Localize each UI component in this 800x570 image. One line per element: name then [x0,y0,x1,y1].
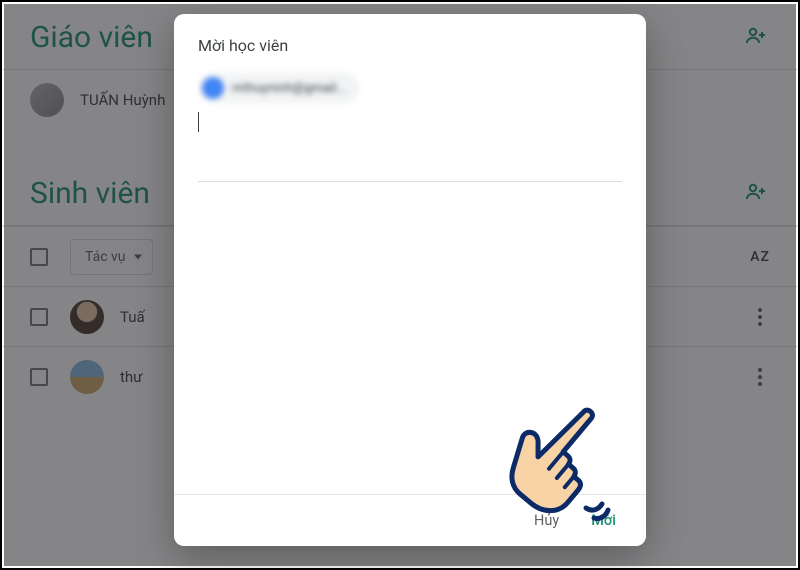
sort-button[interactable]: AZ [750,249,770,265]
dialog-title: Mời học viên [174,14,646,73]
invite-chips: mthuyninh@gmail... [174,73,646,111]
select-all-checkbox[interactable] [30,248,48,266]
teacher-name: TUẤN Huỳnh [80,91,165,109]
cancel-button[interactable]: Hủy [522,504,571,537]
student-more-button[interactable] [750,308,770,326]
invite-email-input[interactable] [198,132,622,182]
student-checkbox[interactable] [30,368,48,386]
invitee-chip[interactable]: mthuyninh@gmail... [198,73,359,103]
people-page: Giáo viên TUẤN Huỳnh Sinh viên [0,0,800,570]
invite-input-wrap [174,111,646,182]
add-teacher-button[interactable] [742,22,770,50]
student-name: thư [120,368,142,386]
student-more-button[interactable] [750,368,770,386]
chip-text: mthuyninh@gmail... [232,81,347,96]
person-add-icon [744,24,768,48]
avatar [30,83,64,117]
invite-button[interactable]: Mời [579,504,628,537]
student-checkbox[interactable] [30,308,48,326]
chip-avatar [202,77,224,99]
invite-students-dialog: Mời học viên mthuyninh@gmail... Hủy Mời [174,14,646,546]
bulk-actions-label: Tác vụ [85,249,126,265]
student-name: Tuấ [120,308,145,326]
add-student-button[interactable] [742,178,770,206]
person-add-icon [744,180,768,204]
dialog-footer: Hủy Mời [174,494,646,546]
avatar [70,300,104,334]
text-caret [198,112,199,132]
students-title: Sinh viên [30,158,150,225]
avatar [70,360,104,394]
bulk-actions-select[interactable]: Tác vụ [70,239,153,275]
teachers-title: Giáo viên [30,2,153,69]
